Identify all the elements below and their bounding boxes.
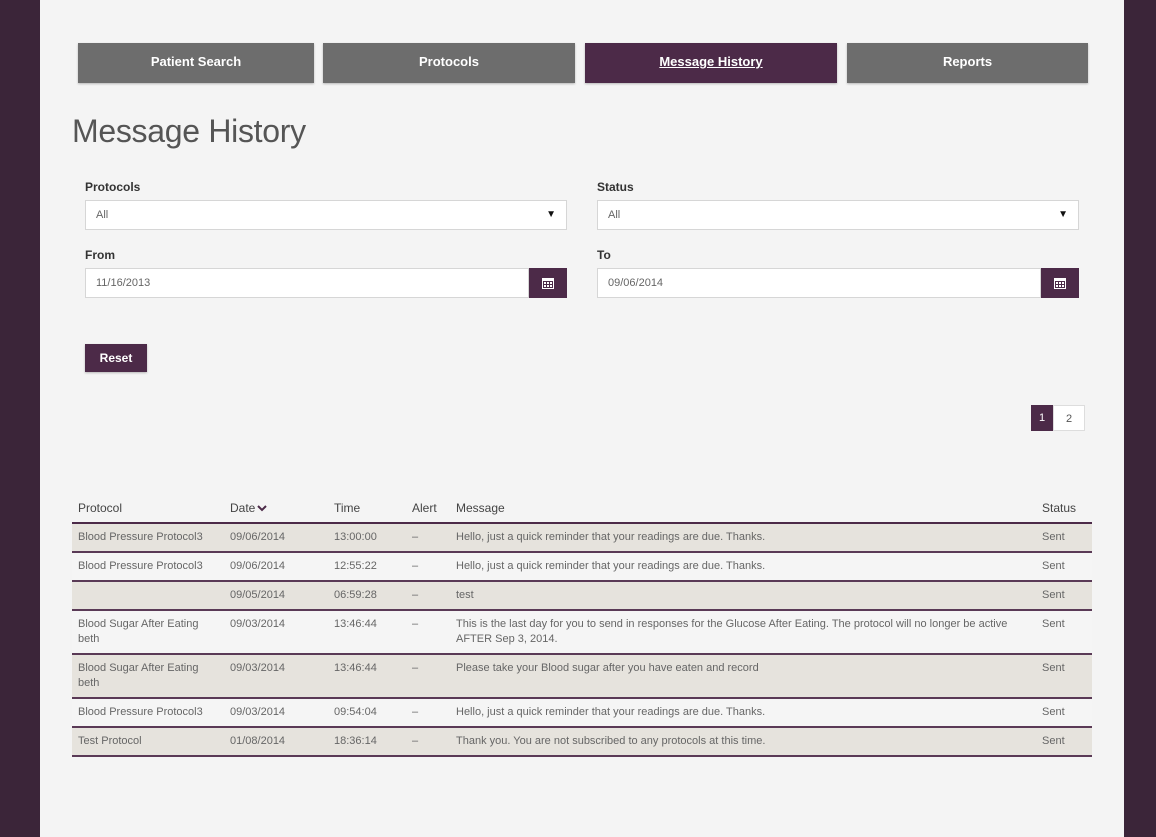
to-date-input[interactable]: 09/06/2014 (597, 268, 1041, 298)
cell-status: Sent (1036, 654, 1092, 699)
cell-alert: – (406, 727, 450, 757)
from-date-input[interactable]: 11/16/2013 (85, 268, 529, 298)
cell-date: 09/06/2014 (224, 523, 328, 553)
page-title: Message History (72, 113, 306, 149)
cell-alert: – (406, 610, 450, 655)
cell-protocol: Blood Sugar After Eating beth (72, 610, 224, 655)
cell-date: 01/08/2014 (224, 727, 328, 757)
column-header-time[interactable]: Time (328, 494, 406, 524)
to-date-value: 09/06/2014 (608, 277, 664, 289)
status-select-value: All (608, 209, 621, 221)
cell-status: Sent (1036, 523, 1092, 553)
status-select[interactable]: All ▼ (597, 200, 1079, 230)
page-2-button[interactable]: 2 (1053, 405, 1085, 431)
cell-date: 09/05/2014 (224, 581, 328, 611)
calendar-icon (1054, 278, 1066, 289)
cell-date: 09/03/2014 (224, 610, 328, 655)
table-row[interactable]: Blood Sugar After Eating beth 09/03/2014… (72, 610, 1092, 655)
table-row[interactable]: Blood Sugar After Eating beth 09/03/2014… (72, 654, 1092, 699)
cell-time: 13:00:00 (328, 523, 406, 553)
cell-message: test (450, 581, 1036, 611)
from-calendar-button[interactable] (529, 268, 567, 298)
cell-alert: – (406, 552, 450, 582)
cell-message: Please take your Blood sugar after you h… (450, 654, 1036, 699)
table-row[interactable]: Blood Pressure Protocol3 09/06/2014 12:5… (72, 552, 1092, 582)
cell-time: 13:46:44 (328, 610, 406, 655)
cell-date: 09/06/2014 (224, 552, 328, 582)
cell-protocol: Blood Pressure Protocol3 (72, 552, 224, 582)
right-frame (1124, 0, 1156, 837)
status-label: Status (597, 180, 634, 194)
table-row[interactable]: Blood Pressure Protocol3 09/06/2014 13:0… (72, 523, 1092, 553)
chevron-down-icon: ▼ (1058, 209, 1068, 220)
tab-reports[interactable]: Reports (847, 43, 1088, 83)
table-row[interactable]: Test Protocol 01/08/2014 18:36:14 – Than… (72, 727, 1092, 757)
cell-message: Hello, just a quick reminder that your r… (450, 523, 1036, 553)
tab-patient-search[interactable]: Patient Search (78, 43, 314, 83)
cell-time: 18:36:14 (328, 727, 406, 757)
table-row[interactable]: 09/05/2014 06:59:28 – test Sent (72, 581, 1092, 611)
cell-protocol (72, 581, 224, 611)
tab-message-history[interactable]: Message History (585, 43, 837, 83)
calendar-icon (542, 278, 554, 289)
from-date-value: 11/16/2013 (96, 277, 151, 289)
tab-protocols[interactable]: Protocols (323, 43, 575, 83)
cell-alert: – (406, 654, 450, 699)
column-header-alert[interactable]: Alert (406, 494, 450, 524)
cell-message: Hello, just a quick reminder that your r… (450, 698, 1036, 728)
left-frame (0, 0, 40, 837)
table-header-row: Protocol Date Time Alert Message Status (72, 494, 1092, 524)
chevron-down-icon: ▼ (546, 209, 556, 220)
reset-button[interactable]: Reset (85, 344, 147, 372)
cell-protocol: Test Protocol (72, 727, 224, 757)
from-label: From (85, 248, 115, 262)
page-1-button[interactable]: 1 (1031, 405, 1053, 431)
message-history-table: Protocol Date Time Alert Message Status … (72, 494, 1092, 757)
column-header-message[interactable]: Message (450, 494, 1036, 524)
cell-date: 09/03/2014 (224, 698, 328, 728)
column-header-date-label: Date (230, 501, 256, 515)
cell-date: 09/03/2014 (224, 654, 328, 699)
column-header-date[interactable]: Date (224, 494, 328, 524)
cell-protocol: Blood Pressure Protocol3 (72, 698, 224, 728)
nav-tabs: Patient Search Protocols Message History… (78, 43, 1088, 83)
cell-status: Sent (1036, 698, 1092, 728)
cell-time: 09:54:04 (328, 698, 406, 728)
cell-status: Sent (1036, 727, 1092, 757)
cell-time: 13:46:44 (328, 654, 406, 699)
column-header-status[interactable]: Status (1036, 494, 1092, 524)
cell-alert: – (406, 523, 450, 553)
to-label: To (597, 248, 611, 262)
table-row[interactable]: Blood Pressure Protocol3 09/03/2014 09:5… (72, 698, 1092, 728)
cell-message: This is the last day for you to send in … (450, 610, 1036, 655)
cell-message: Thank you. You are not subscribed to any… (450, 727, 1036, 757)
protocols-select-value: All (96, 209, 109, 221)
cell-alert: – (406, 581, 450, 611)
protocols-select[interactable]: All ▼ (85, 200, 567, 230)
cell-protocol: Blood Pressure Protocol3 (72, 523, 224, 553)
main-panel: Patient Search Protocols Message History… (40, 0, 1124, 837)
cell-status: Sent (1036, 610, 1092, 655)
cell-status: Sent (1036, 552, 1092, 582)
cell-alert: – (406, 698, 450, 728)
cell-time: 06:59:28 (328, 581, 406, 611)
column-header-protocol[interactable]: Protocol (72, 494, 224, 524)
protocols-label: Protocols (85, 180, 141, 194)
cell-protocol: Blood Sugar After Eating beth (72, 654, 224, 699)
to-calendar-button[interactable] (1041, 268, 1079, 298)
sort-down-icon (257, 505, 268, 512)
cell-time: 12:55:22 (328, 552, 406, 582)
cell-message: Hello, just a quick reminder that your r… (450, 552, 1036, 582)
cell-status: Sent (1036, 581, 1092, 611)
